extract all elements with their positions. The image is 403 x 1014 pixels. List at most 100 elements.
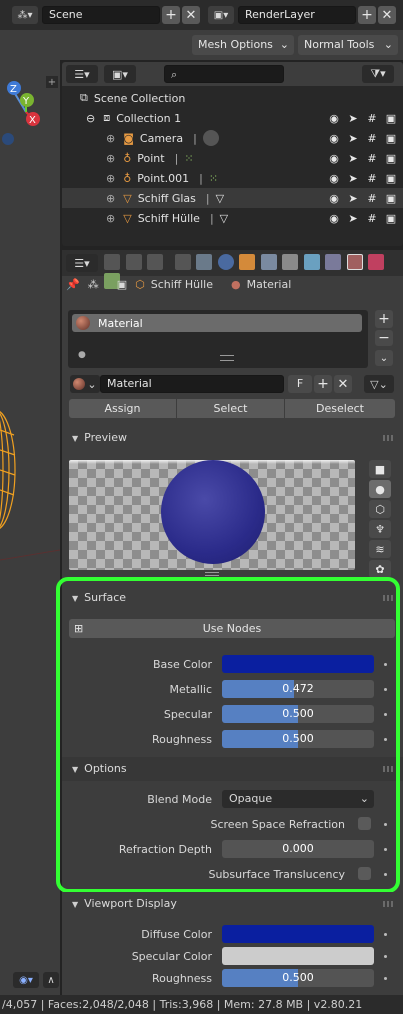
editor-type-icon[interactable]: ☰▾ <box>66 65 98 83</box>
renderlayer-new-button[interactable]: + <box>358 6 376 24</box>
renderlayer-remove-button[interactable]: ✕ <box>378 6 396 24</box>
visibility-eye-icon[interactable]: ◉ <box>327 172 341 186</box>
cube-preview-icon[interactable]: ⬡ <box>369 500 391 518</box>
viewport-add-icon[interactable]: + <box>46 76 58 88</box>
specular-color-swatch[interactable] <box>222 947 374 965</box>
render-camera-icon[interactable]: ▣ <box>384 192 398 206</box>
viewport-restrict-icon[interactable]: # <box>365 132 379 146</box>
render-camera-icon[interactable]: ▣ <box>384 172 398 186</box>
preview-panel-header[interactable]: ▼ Preview <box>62 426 403 450</box>
view-layer-tab-icon[interactable] <box>174 254 191 270</box>
physics-tab-icon[interactable] <box>303 254 320 270</box>
modifier-tab-icon[interactable] <box>260 254 277 270</box>
scene-tab-icon[interactable] <box>196 254 212 270</box>
sphere-preview-icon[interactable]: ● <box>369 480 391 498</box>
viewport-3d[interactable]: Z Y X + <box>0 30 60 995</box>
drag-grip-icon[interactable] <box>383 435 395 441</box>
material-browse-icon[interactable]: ⌄ <box>70 375 100 393</box>
render-tab-icon[interactable] <box>125 254 142 270</box>
expand-icon[interactable]: ⊕ <box>106 172 115 185</box>
viewport-restrict-icon[interactable]: # <box>365 152 379 166</box>
render-camera-icon[interactable]: ▣ <box>384 212 398 226</box>
render-camera-icon[interactable]: ▣ <box>384 152 398 166</box>
render-camera-icon[interactable]: ▣ <box>384 132 398 146</box>
viewport-display-panel-header[interactable]: ▼ Viewport Display <box>62 892 403 916</box>
material-slot-item[interactable]: Material <box>72 314 362 332</box>
expand-icon[interactable]: ⊕ <box>106 132 115 145</box>
material-tab-icon[interactable] <box>346 254 363 270</box>
hair-preview-icon[interactable]: ≋ <box>369 540 391 558</box>
viewport-shading-icon[interactable]: ◉▾ <box>13 972 39 988</box>
object-tab-icon[interactable] <box>239 254 255 270</box>
visibility-eye-icon[interactable]: ◉ <box>327 192 341 206</box>
particles-tab-icon[interactable] <box>282 254 298 270</box>
expand-icon[interactable]: ⊕ <box>106 192 115 205</box>
material-name-field[interactable]: Material <box>100 375 284 393</box>
viewport-restrict-icon[interactable]: # <box>365 212 379 226</box>
fake-user-button[interactable]: F <box>288 375 312 393</box>
renderlayer-field[interactable]: RenderLayer <box>238 6 356 24</box>
world-preview-icon[interactable]: ✿ <box>369 560 391 578</box>
select-cursor-icon[interactable]: ➤ <box>346 212 360 226</box>
add-slot-button[interactable]: + <box>375 310 393 328</box>
preview-grip-icon[interactable] <box>205 572 219 576</box>
world-tab-icon[interactable] <box>217 254 234 270</box>
slot-specials-button[interactable]: ⌄ <box>375 350 393 366</box>
select-cursor-icon[interactable]: ➤ <box>346 172 360 186</box>
keyframe-dot[interactable] <box>384 977 387 980</box>
monkey-preview-icon[interactable]: ♆ <box>369 520 391 538</box>
viewport-restrict-icon[interactable]: # <box>365 192 379 206</box>
render-camera-icon[interactable]: ▣ <box>384 112 398 126</box>
list-grip-icon[interactable] <box>220 355 234 361</box>
select-cursor-icon[interactable]: ➤ <box>346 192 360 206</box>
viewport-restrict-icon[interactable]: # <box>365 172 379 186</box>
scene-new-button[interactable]: + <box>162 6 180 24</box>
visibility-eye-icon[interactable]: ◉ <box>327 112 341 126</box>
unlink-material-button[interactable]: ✕ <box>334 375 352 393</box>
select-cursor-icon[interactable]: ➤ <box>346 132 360 146</box>
expand-icon[interactable]: ⊕ <box>106 152 115 165</box>
outliner-search-input[interactable]: ⌕ <box>164 65 284 83</box>
light-data-icon: ⁙ <box>208 171 219 185</box>
scene-icon[interactable]: ⁂▾ <box>12 6 38 24</box>
link-mode-icon[interactable]: ▽⌄ <box>364 375 394 393</box>
scene-remove-button[interactable]: ✕ <box>182 6 200 24</box>
texture-tab-icon[interactable] <box>368 254 384 270</box>
renderlayer-icon[interactable]: ▣▾ <box>208 6 234 24</box>
tool-tab-icon[interactable] <box>104 254 120 270</box>
display-mode-icon[interactable]: ▣▾ <box>104 65 136 83</box>
deselect-button[interactable]: Deselect <box>285 399 395 418</box>
viewport-restrict-icon[interactable]: # <box>365 112 379 126</box>
select-cursor-icon[interactable]: ➤ <box>346 112 360 126</box>
mesh-options-dropdown[interactable]: Mesh Options ⌄ <box>192 35 294 55</box>
scene-field[interactable]: Scene <box>42 6 160 24</box>
diffuse-color-label: Diffuse Color <box>141 928 212 941</box>
keyframe-dot[interactable] <box>384 955 387 958</box>
new-material-button[interactable]: + <box>314 375 332 393</box>
select-cursor-icon[interactable]: ➤ <box>346 152 360 166</box>
list-resize-icon[interactable]: ● <box>78 350 86 360</box>
expand-icon[interactable]: ⊕ <box>106 212 115 225</box>
properties-editor-type-icon[interactable]: ☰▾ <box>66 254 98 272</box>
select-button[interactable]: Select <box>177 399 284 418</box>
pin-icon[interactable]: 📌 <box>66 278 80 291</box>
visibility-eye-icon[interactable]: ◉ <box>327 152 341 166</box>
vd-roughness-label: Roughness <box>151 972 212 985</box>
assign-button[interactable]: Assign <box>69 399 176 418</box>
constraints-tab-icon[interactable] <box>325 254 341 270</box>
drag-grip-icon[interactable] <box>383 901 395 907</box>
outliner-item-label: Point <box>137 151 165 165</box>
keyframe-dot[interactable] <box>384 933 387 936</box>
normal-tools-dropdown[interactable]: Normal Tools ⌄ <box>298 35 398 55</box>
viewport-snap-icon[interactable]: ∧ <box>43 972 59 988</box>
remove-slot-button[interactable]: − <box>375 330 393 346</box>
collapse-icon[interactable]: ⊖ <box>86 112 95 125</box>
output-tab-icon[interactable] <box>147 254 163 270</box>
diffuse-color-swatch[interactable] <box>222 925 374 943</box>
vd-roughness-slider[interactable]: 0.500 <box>222 969 374 987</box>
outliner-item-scene-collection[interactable]: ⧉ Scene Collection <box>80 88 400 108</box>
flat-preview-icon[interactable]: ■ <box>369 460 391 478</box>
visibility-eye-icon[interactable]: ◉ <box>327 132 341 146</box>
filter-icon[interactable]: ⧩▾ <box>362 65 394 83</box>
visibility-eye-icon[interactable]: ◉ <box>327 212 341 226</box>
